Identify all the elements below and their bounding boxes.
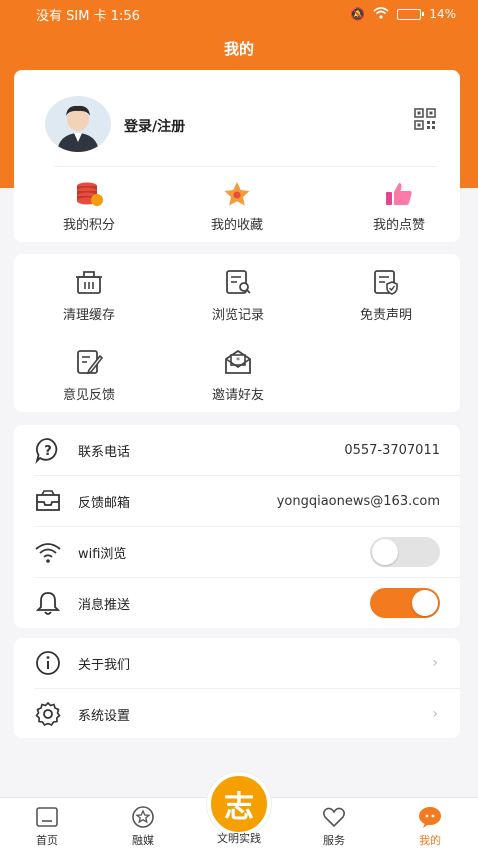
status-carrier-time: 没有 SIM 卡 1:56 [36, 8, 140, 24]
tab-label: 首页 [36, 834, 58, 847]
svg-text:?: ? [44, 444, 52, 459]
profile-card: 登录/注册 我的积分 我的收藏 我的点赞 [14, 70, 460, 242]
chevron-right-icon: › [432, 655, 438, 671]
settings-list-card: ? 联系电话 0557-3707011 反馈邮箱 yongqiaonews@16… [14, 425, 460, 628]
toggle-knob [412, 590, 438, 616]
push-notification-toggle[interactable] [370, 588, 440, 618]
system-settings-label: 系统设置 [78, 708, 131, 724]
profile-divider [54, 166, 436, 167]
likes-thumb-icon [386, 183, 412, 205]
stat-my-likes[interactable]: 我的点赞 [344, 180, 454, 233]
volunteer-glyph-icon: 志 [224, 790, 254, 825]
login-register-link[interactable]: 登录/注册 [124, 116, 185, 136]
points-coins-icon [77, 182, 103, 206]
tool-label: 邀请好友 [211, 388, 264, 403]
push-notification-label: 消息推送 [78, 597, 131, 613]
wifi-status-icon [373, 6, 389, 22]
wifi-icon [35, 543, 61, 563]
stat-my-favorites[interactable]: 我的收藏 [182, 180, 292, 233]
avatar[interactable] [45, 96, 111, 152]
feedback-email-label: 反馈邮箱 [78, 495, 131, 511]
tool-label: 浏览记录 [211, 308, 264, 323]
wifi-browse-label: wifi浏览 [78, 546, 127, 562]
home-icon [36, 807, 58, 827]
tool-clear-cache[interactable]: 清理缓存 [39, 268, 139, 323]
toggle-knob [372, 539, 398, 565]
feedback-email-value: yongqiaonews@163.com [276, 493, 440, 509]
info-icon [36, 651, 60, 675]
battery-percent: 14% [429, 7, 456, 21]
push-notification-row: 消息推送 [14, 578, 460, 628]
help-question-icon: ? [35, 438, 58, 464]
wifi-browse-row: wifi浏览 [14, 527, 460, 577]
wifi-browse-toggle[interactable] [370, 537, 440, 567]
tool-label: 免责声明 [359, 308, 412, 323]
about-us-row[interactable]: 关于我们 › [14, 638, 460, 688]
contact-phone-row[interactable]: ? 联系电话 0557-3707011 [14, 425, 460, 475]
stat-my-points[interactable]: 我的积分 [34, 180, 144, 233]
stat-label: 我的收藏 [210, 218, 263, 233]
tool-label: 清理缓存 [62, 308, 115, 323]
contact-phone-value: 0557-3707011 [344, 442, 440, 458]
tool-feedback[interactable]: 意见反馈 [39, 348, 139, 403]
status-bar: 没有 SIM 卡 1:56 🔕 14% [0, 0, 478, 28]
stat-label: 我的积分 [62, 218, 115, 233]
tab-civilization-practice-button[interactable]: 志 [207, 772, 271, 836]
tab-media[interactable]: 融媒 [103, 804, 183, 848]
mute-icon: 🔕 [350, 7, 366, 21]
heart-icon [323, 807, 345, 828]
tab-home[interactable]: 首页 [7, 804, 87, 848]
tab-services[interactable]: 服务 [294, 804, 374, 848]
tool-label: 意见反馈 [62, 388, 115, 403]
tool-invite-friends[interactable]: * 邀请好友 [188, 348, 288, 403]
tool-disclaimer[interactable]: 免责声明 [336, 268, 436, 323]
tab-label: 我的 [419, 834, 441, 847]
star-badge-icon [132, 806, 154, 828]
inbox-mail-icon [36, 490, 60, 511]
browse-history-icon [226, 270, 251, 294]
tab-mine[interactable]: 我的 [390, 804, 470, 848]
more-list-card: 关于我们 › 系统设置 › [14, 638, 460, 738]
about-us-label: 关于我们 [78, 657, 131, 673]
system-settings-row[interactable]: 系统设置 › [14, 689, 460, 739]
tools-card: 清理缓存 浏览记录 免责声明 意见反馈 * 邀请好友 [14, 254, 460, 412]
tab-label: 服务 [323, 834, 345, 847]
stat-label: 我的点赞 [372, 218, 425, 233]
chevron-right-icon: › [432, 706, 438, 722]
contact-phone-label: 联系电话 [78, 444, 131, 460]
tab-label: 融媒 [132, 834, 154, 847]
svg-text:*: * [236, 356, 240, 365]
battery-icon [397, 8, 425, 20]
feedback-edit-icon [77, 350, 104, 375]
chat-bubble-icon [419, 807, 441, 828]
status-right: 🔕 14% [350, 6, 456, 22]
clear-cache-icon [76, 271, 102, 294]
qr-code-icon[interactable] [414, 108, 436, 130]
bell-icon [35, 592, 61, 615]
tab-label: 文明实践 [217, 832, 261, 845]
page-title: 我的 [223, 40, 254, 58]
tool-browse-history[interactable]: 浏览记录 [188, 268, 288, 323]
gear-icon [35, 701, 61, 726]
disclaimer-icon [374, 270, 398, 295]
feedback-email-row[interactable]: 反馈邮箱 yongqiaonews@163.com [14, 476, 460, 526]
invite-friends-icon: * [225, 349, 251, 374]
favorites-star-icon [224, 182, 250, 206]
